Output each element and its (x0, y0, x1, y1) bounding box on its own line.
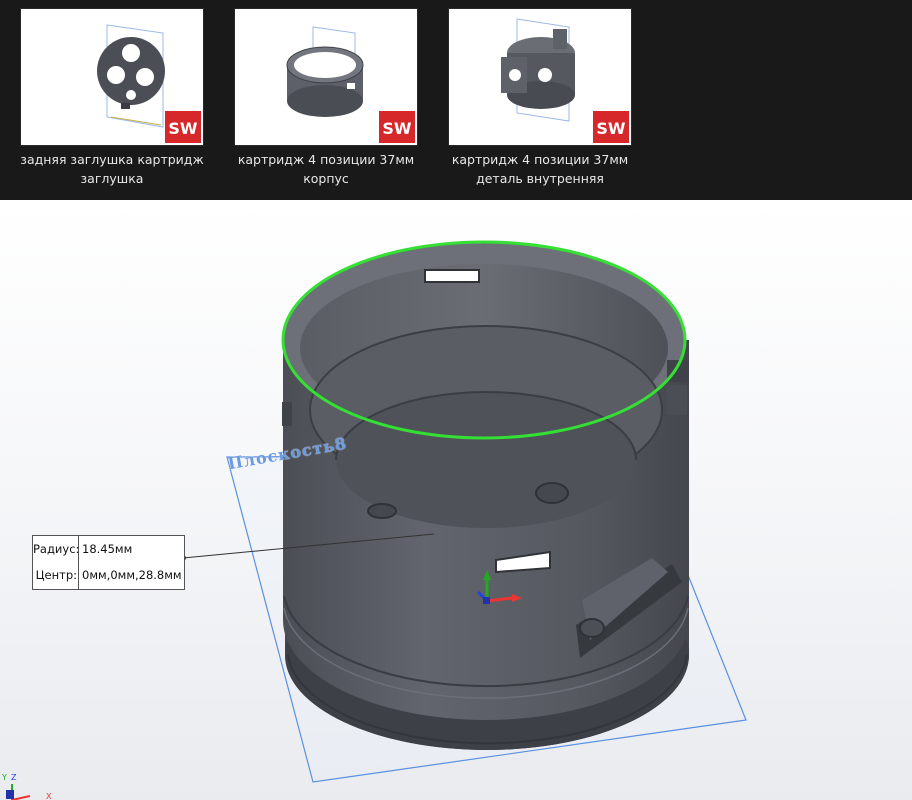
triad-z-label: Z (11, 773, 17, 782)
center-label: Центр: (35, 568, 77, 582)
measure-row-radius: Радиус: 18.45мм (33, 536, 184, 562)
measure-row-center: Центр: 0мм,0мм,28.8мм (33, 562, 184, 588)
file-name[interactable]: задняя заглушка картридж заглушка (20, 150, 204, 188)
side-notch-left (282, 402, 292, 426)
measure-callout[interactable]: Радиус: 18.45мм Центр: 0мм,0мм,28.8мм (32, 535, 185, 590)
cad-viewport[interactable]: Y Z X Плоскость8 Радиус: 18.45мм Центр: … (0, 200, 912, 800)
file-tile-inner-part[interactable]: SW картридж 4 позиции 37мм деталь внутре… (448, 8, 632, 188)
solidworks-icon: SW (593, 111, 629, 143)
file-thumbnail[interactable]: SW (234, 8, 418, 146)
file-name-line1: картридж 4 позиции 37мм (237, 152, 415, 167)
file-name-line2: деталь внутренняя (476, 171, 604, 186)
file-name-line1: задняя заглушка картридж (20, 152, 204, 167)
file-name-line1: картридж 4 позиции 37мм (451, 152, 629, 167)
file-name-line2: заглушка (80, 171, 144, 186)
badge-text: SW (382, 119, 412, 138)
file-thumbnail[interactable]: SW (448, 8, 632, 146)
radius-value: 18.45мм (82, 542, 133, 556)
floor-hole (535, 482, 569, 504)
floor-hole (367, 503, 397, 519)
center-value: 0мм,0мм,28.8мм (82, 568, 182, 582)
triad-y-label: Y (1, 773, 7, 782)
badge-text: SW (596, 119, 626, 138)
view-orientation-triad: Y Z X (1, 773, 52, 800)
top-slot (424, 269, 480, 283)
solidworks-icon: SW (165, 111, 201, 143)
radius-label: Радиус: (33, 542, 80, 556)
file-thumbnail[interactable]: SW (20, 8, 204, 146)
file-name-line2: корпус (303, 171, 349, 186)
file-name[interactable]: картридж 4 позиции 37мм деталь внутрення… (448, 150, 632, 188)
file-explorer: SW задняя заглушка картридж заглушка SW (0, 0, 912, 200)
solidworks-icon: SW (379, 111, 415, 143)
file-tile-housing[interactable]: SW картридж 4 позиции 37мм корпус (234, 8, 418, 188)
triad-x-label: X (46, 792, 52, 800)
file-name[interactable]: картридж 4 позиции 37мм корпус (234, 150, 418, 188)
badge-text: SW (168, 119, 198, 138)
cartridge-housing-model[interactable]: Y Z X (0, 200, 912, 800)
file-tile-back-cap[interactable]: SW задняя заглушка картридж заглушка (20, 8, 204, 188)
side-hole (579, 618, 605, 638)
side-notch-right-lower (667, 385, 687, 415)
